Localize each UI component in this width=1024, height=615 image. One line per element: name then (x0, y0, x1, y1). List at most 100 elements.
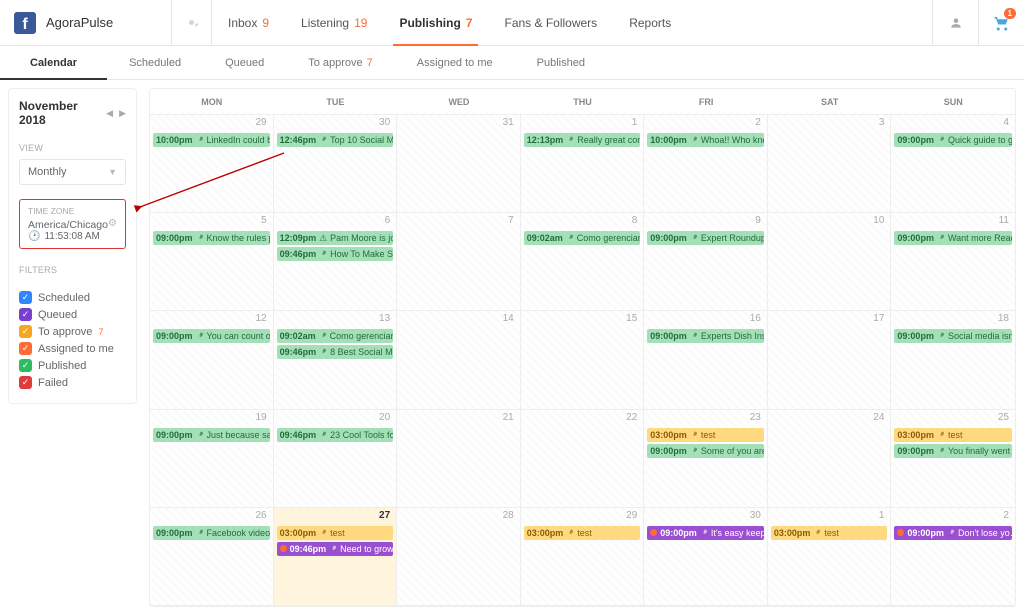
filter-to-approve[interactable]: ✓To approve7 (19, 325, 126, 338)
timezone-settings-button[interactable]: ⚙ (108, 218, 117, 229)
calendar-cell[interactable]: 2503:00pm test09:00pm You finally went … (891, 410, 1015, 508)
prev-month-button[interactable]: ◀ (106, 108, 113, 119)
cart-badge: 1 (1004, 8, 1016, 19)
calendar-event[interactable]: 12:13pm Really great com… (524, 133, 641, 147)
calendar-cell[interactable]: 112:13pm Really great com… (521, 115, 645, 213)
calendar-event[interactable]: 09:00pm Just because sal… (153, 428, 270, 442)
calendar-event[interactable]: 03:00pm test (894, 428, 1012, 442)
calendar-cell[interactable]: 7 (397, 213, 521, 311)
event-time: 09:00pm (650, 331, 687, 341)
calendar-cell[interactable]: 2903:00pm test (521, 508, 645, 606)
calendar-event[interactable]: 03:00pm test (771, 526, 888, 540)
calendar-cell[interactable]: 22 (521, 410, 645, 508)
calendar-event[interactable]: 09:00pm Don't lose yo… (894, 526, 1012, 540)
calendar-event[interactable]: 03:00pm test (524, 526, 641, 540)
next-month-button[interactable]: ▶ (119, 108, 126, 119)
calendar-event[interactable]: 09:46pm 23 Cool Tools for… (277, 428, 394, 442)
user-button[interactable] (932, 0, 978, 46)
calendar-event[interactable]: 09:46pm 8 Best Social Me… (277, 345, 394, 359)
calendar-event[interactable]: 09:00pm Quick guide to g… (894, 133, 1012, 147)
main-tabs: Inbox9 Listening19 Publishing7 Fans & Fo… (212, 0, 687, 45)
calendar-event[interactable]: 09:02am Como gerenciar … (524, 231, 641, 245)
calendar-cell[interactable]: 2703:00pm test 09:46pm Need to grow… (274, 508, 398, 606)
day-header: TUE (274, 89, 398, 114)
calendar-cell[interactable]: 2609:00pm Facebook video … (150, 508, 274, 606)
calendar-cell[interactable]: 2303:00pm test09:00pm Some of you are … (644, 410, 768, 508)
calendar-event[interactable]: 10:00pm Whoa!! Who kne… (647, 133, 764, 147)
filter-queued[interactable]: ✓Queued (19, 308, 126, 321)
calendar-cell[interactable]: 1309:02am Como gerenciar …09:46pm 8 Best… (274, 311, 398, 409)
calendar-cell[interactable]: 3 (768, 115, 892, 213)
subtab-scheduled[interactable]: Scheduled (107, 46, 203, 79)
subtab-assigned[interactable]: Assigned to me (395, 46, 515, 79)
calendar-event[interactable]: 09:00pm Want more Reac… (894, 231, 1012, 245)
filter-assigned-to-me[interactable]: ✓Assigned to me (19, 342, 126, 355)
calendar-cell[interactable]: 30 09:00pm It's easy keep… (644, 508, 768, 606)
calendar-cell[interactable]: 24 (768, 410, 892, 508)
calendar-event[interactable]: 09:00pm Some of you are … (647, 444, 764, 458)
calendar-cell[interactable]: 1909:00pm Just because sal… (150, 410, 274, 508)
tab-listening[interactable]: Listening19 (285, 0, 383, 45)
calendar-cell[interactable]: 612:09pm ⚠ Pam Moore is joi…09:46pm How … (274, 213, 398, 311)
calendar-event[interactable]: 09:46pm Need to grow… (277, 542, 394, 556)
warning-icon: ⚠ (319, 233, 327, 244)
calendar-cell[interactable]: 2910:00pm LinkedIn could b… (150, 115, 274, 213)
calendar-cell[interactable]: 809:02am Como gerenciar … (521, 213, 645, 311)
calendar-event[interactable]: 03:00pm test (647, 428, 764, 442)
calendar-cell[interactable]: 409:00pm Quick guide to g… (891, 115, 1015, 213)
calendar-event[interactable]: 09:00pm Expert Roundup:… (647, 231, 764, 245)
event-time: 03:00pm (774, 528, 811, 538)
view-select[interactable]: Monthly ▼ (19, 159, 126, 185)
calendar-cell[interactable]: 2 09:00pm Don't lose yo… (891, 508, 1015, 606)
calendar-event[interactable]: 09:00pm Social media isn'… (894, 329, 1012, 343)
calendar-event[interactable]: 03:00pm test (277, 526, 394, 540)
calendar-cell[interactable]: 103:00pm test (768, 508, 892, 606)
subtab-calendar[interactable]: Calendar (0, 46, 107, 79)
filter-published[interactable]: ✓Published (19, 359, 126, 372)
calendar-cell[interactable]: 909:00pm Expert Roundup:… (644, 213, 768, 311)
calendar-cell[interactable]: 17 (768, 311, 892, 409)
calendar-event[interactable]: 09:00pm You finally went … (894, 444, 1012, 458)
subtab-published[interactable]: Published (515, 46, 607, 79)
day-number: 21 (503, 412, 514, 423)
calendar-cell[interactable]: 14 (397, 311, 521, 409)
calendar-event[interactable]: 09:00pm You can count o… (153, 329, 270, 343)
tab-inbox[interactable]: Inbox9 (212, 0, 285, 45)
calendar-cell[interactable]: 31 (397, 115, 521, 213)
calendar-cell[interactable]: 1809:00pm Social media isn'… (891, 311, 1015, 409)
facebook-icon: f (14, 12, 36, 34)
calendar-event[interactable]: 12:46pm Top 10 Social Me… (277, 133, 394, 147)
calendar-cell[interactable]: 10 (768, 213, 892, 311)
calendar-event[interactable]: 09:02am Como gerenciar … (277, 329, 394, 343)
event-title: Como gerenciar … (577, 233, 641, 243)
calendar-event[interactable]: 09:46pm How To Make So… (277, 247, 394, 261)
subtab-queued[interactable]: Queued (203, 46, 286, 79)
calendar-cell[interactable]: 21 (397, 410, 521, 508)
tab-publishing[interactable]: Publishing7 (383, 0, 488, 45)
calendar-cell[interactable]: 2009:46pm 23 Cool Tools for… (274, 410, 398, 508)
calendar-event[interactable]: 09:00pm It's easy keep… (647, 526, 764, 540)
subtab-to-approve[interactable]: To approve7 (286, 46, 395, 79)
calendar-cell[interactable]: 15 (521, 311, 645, 409)
calendar-cell[interactable]: 210:00pm Whoa!! Who kne… (644, 115, 768, 213)
settings-button[interactable] (172, 0, 212, 45)
event-title: Need to grow… (340, 544, 393, 554)
calendar-event[interactable]: 09:00pm Experts Dish Inst… (647, 329, 764, 343)
calendar-cell[interactable]: 1109:00pm Want more Reac… (891, 213, 1015, 311)
calendar-cell[interactable]: 509:00pm Know the rules p… (150, 213, 274, 311)
calendar-event[interactable]: 12:09pm ⚠ Pam Moore is joi… (277, 231, 394, 245)
event-title: Really great com… (577, 135, 640, 145)
calendar-event[interactable]: 09:00pm Facebook video … (153, 526, 270, 540)
calendar-cell[interactable]: 1609:00pm Experts Dish Inst… (644, 311, 768, 409)
calendar-cell[interactable]: 3012:46pm Top 10 Social Me… (274, 115, 398, 213)
tab-reports[interactable]: Reports (613, 0, 687, 45)
calendar-event[interactable]: 10:00pm LinkedIn could b… (153, 133, 270, 147)
cart-button[interactable]: 1 (978, 0, 1024, 46)
calendar-cell[interactable]: 28 (397, 508, 521, 606)
tab-fans[interactable]: Fans & Followers (488, 0, 613, 45)
calendar-event[interactable]: 09:00pm Know the rules p… (153, 231, 270, 245)
filter-scheduled[interactable]: ✓Scheduled (19, 291, 126, 304)
link-icon (319, 348, 327, 356)
filter-failed[interactable]: ✓Failed (19, 376, 126, 389)
calendar-cell[interactable]: 1209:00pm You can count o… (150, 311, 274, 409)
